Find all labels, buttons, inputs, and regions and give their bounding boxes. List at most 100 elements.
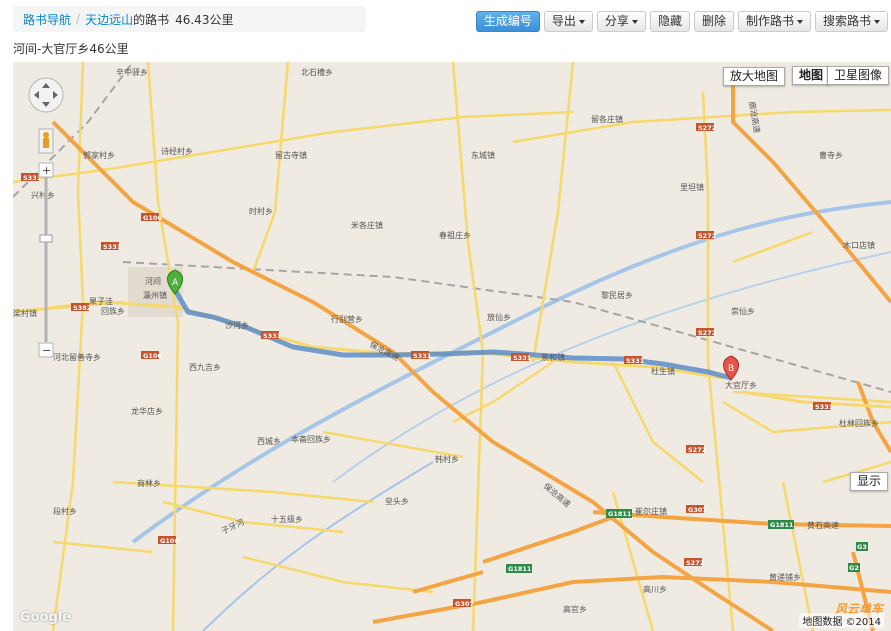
delete-button[interactable]: 删除 [693, 11, 734, 32]
hide-label: 隐藏 [657, 14, 682, 28]
caret-down-icon [796, 19, 803, 24]
road-shield-s272: S272 [698, 232, 716, 240]
road-shield-g307: G307 [455, 600, 474, 608]
road-shield-g1811: G1811 [770, 521, 794, 529]
caret-down-icon [578, 19, 585, 24]
road-shield-g106: G106 [143, 352, 162, 360]
place-label: 留各庄镇 [591, 114, 623, 124]
make-route-label: 制作路书 [745, 14, 794, 28]
place-label: 韩村乡 [435, 454, 459, 464]
place-label: 诗经村乡 [161, 146, 193, 156]
generate-id-label: 生成编号 [483, 14, 532, 28]
road-shield-g3: G3 [857, 543, 867, 551]
place-label: 曹寺乡 [819, 150, 843, 160]
satellite-type-button[interactable]: 卫星图像 [827, 66, 890, 85]
place-label: 河北留善寺乡 [53, 352, 101, 362]
generate-id-button[interactable]: 生成编号 [475, 11, 540, 32]
zoom-in-icon: + [42, 164, 51, 177]
place-label: 西九吉乡 [189, 363, 221, 372]
share-dropdown[interactable]: 分享 [596, 11, 646, 32]
search-route-dropdown[interactable]: 搜索路书 [814, 11, 888, 32]
pegman-icon[interactable] [38, 128, 54, 154]
place-label: 高川乡 [643, 584, 667, 594]
place-label: 河间 [145, 276, 161, 286]
breadcrumb: 路书导航 / 天边远山 的路书 46.43公里 [13, 6, 366, 32]
place-label: 辛中驿乡 [116, 67, 148, 77]
road-shield-s272: S272 [698, 124, 716, 132]
enlarge-map-button[interactable]: 放大地图 [723, 67, 786, 86]
route-distance: 46.43公里 [175, 12, 234, 27]
place-label: 留古寺镇 [275, 150, 307, 160]
place-label: 郭家村乡 [83, 150, 115, 160]
road-shield-g106: G106 [143, 214, 162, 222]
place-label: 杜生镇 [651, 366, 675, 376]
zoom-out-icon: − [42, 344, 51, 357]
road-shield-g1811: G1811 [608, 510, 632, 518]
place-label: 时村乡 [249, 206, 273, 216]
place-label: 春祖庄乡 [439, 230, 471, 240]
delete-label: 删除 [701, 14, 726, 28]
place-label: 龙华店乡 [131, 406, 163, 416]
make-route-dropdown[interactable]: 制作路书 [737, 11, 811, 32]
place-label: 黄递铺乡 [769, 572, 801, 582]
export-dropdown[interactable]: 导出 [543, 11, 593, 32]
place-label: 黄石高速 [807, 520, 839, 530]
route-title: 河间-大官厅乡46公里 [13, 42, 129, 56]
road-shield-g307: G307 [688, 506, 707, 514]
toolbar: 生成编号 导出 分享 隐藏 删除 制作路书 搜索路书 [475, 11, 888, 32]
place-label: 里坦镇 [680, 182, 704, 192]
road-shield-s331: S331 [413, 352, 432, 360]
place-label: 高官乡 [563, 604, 587, 614]
place-label: 崔尔庄镇 [635, 506, 667, 516]
road-shield-g1811: G1811 [508, 565, 532, 573]
hide-button[interactable]: 隐藏 [649, 11, 690, 32]
place-label: 大官厅乡 [725, 380, 757, 390]
map-type-button[interactable]: 地图 [792, 66, 831, 85]
zoom-slider-handle [39, 234, 53, 243]
place-label: 沙河乡 [225, 320, 249, 330]
export-label: 导出 [551, 14, 576, 28]
place-label: 本斋回族乡 [291, 434, 331, 444]
place-label: 段村乡 [53, 506, 77, 516]
breadcrumb-nav-link[interactable]: 路书导航 [23, 11, 71, 28]
map-canvas[interactable]: S331 G106 S331 S382 G106 S331 S331 S331 … [13, 62, 891, 631]
place-label: 行别营乡 [331, 314, 363, 324]
breadcrumb-separator: / [76, 12, 81, 26]
road-shield-g2: G2 [849, 564, 859, 572]
search-route-label: 搜索路书 [822, 14, 871, 28]
breadcrumb-author-link[interactable]: 天边远山 [85, 11, 133, 28]
place-label: 西城乡 [257, 437, 281, 446]
marker-a-label: A [172, 278, 179, 288]
place-label: 回族乡 [101, 306, 125, 316]
google-logo: Google [20, 610, 72, 625]
place-label: 杜林回族乡 [839, 418, 879, 428]
caret-down-icon [631, 19, 638, 24]
place-label: 景和镇 [541, 352, 565, 362]
top-bar: 路书导航 / 天边远山 的路书 46.43公里 生成编号 导出 分享 隐藏 删除… [0, 0, 891, 38]
road-shield-s331: S331 [626, 357, 645, 365]
place-label: 北石槽乡 [301, 67, 333, 77]
place-label: 黎民居乡 [601, 290, 633, 300]
place-label: 梁村镇 [13, 308, 37, 318]
show-button[interactable]: 显示 [850, 472, 889, 491]
road-shield-s272: S272 [686, 559, 704, 567]
place-label: 米各庄镇 [351, 220, 383, 230]
place-label: 瀛州镇 [143, 290, 167, 300]
map-copyright: 地图数据 ©2014 [799, 613, 884, 628]
road-shield-s331: S331 [815, 403, 834, 411]
caret-down-icon [874, 19, 880, 24]
pan-control[interactable] [28, 77, 64, 113]
road-shield-g106: G106 [160, 537, 179, 545]
place-label: 果子洼 [89, 296, 113, 306]
place-label: 兴村乡 [31, 190, 55, 200]
place-label: 放仙乡 [487, 312, 511, 322]
map-layer[interactable]: S331 G106 S331 S382 G106 S331 S331 S331 … [13, 62, 891, 631]
place-label: 东城镇 [471, 150, 495, 160]
place-label: 垒头乡 [385, 496, 409, 506]
share-label: 分享 [604, 14, 629, 28]
road-shield-s272: S272 [688, 446, 706, 454]
road-shield-s331: S331 [263, 332, 282, 340]
place-label: 商林乡 [137, 478, 161, 488]
road-shield-s272: S272 [698, 329, 716, 337]
marker-b-label: B [728, 364, 734, 374]
